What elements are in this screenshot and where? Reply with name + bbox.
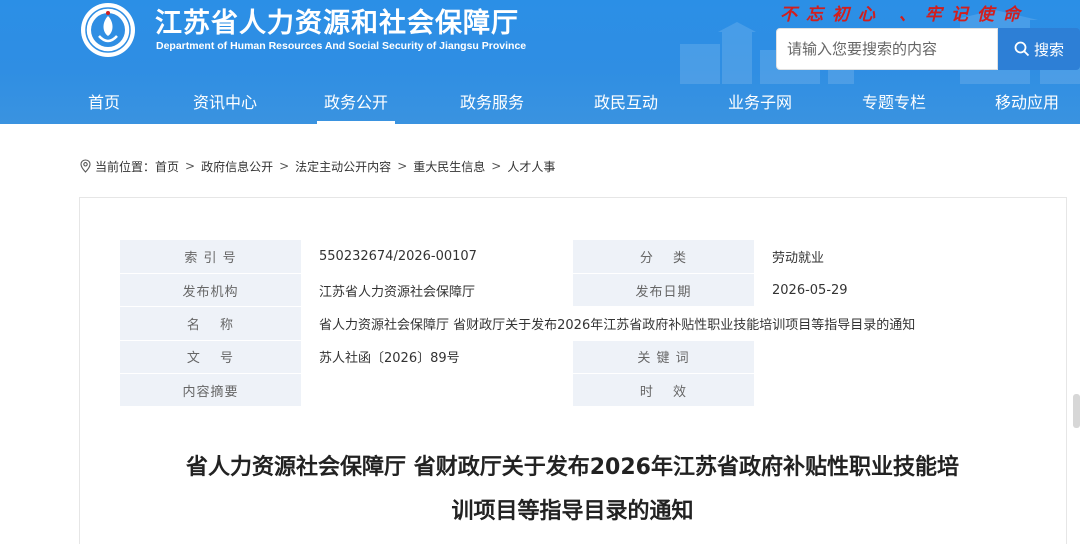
breadcrumb: 当前位置： 首页 > 政府信息公开 > 法定主动公开内容 > 重大民生信息 > … <box>79 157 555 175</box>
document-meta-table: 索 引 号 550232674/2026-00107 分 类 劳动就业 发布机构… <box>120 240 1025 408</box>
scrollbar-thumb[interactable] <box>1073 394 1080 428</box>
breadcrumb-livelihood-info[interactable]: 重大民生信息 <box>413 158 485 175</box>
breadcrumb-separator: > <box>279 159 290 173</box>
meta-label-summary: 内容摘要 <box>120 373 301 408</box>
nav-item-sub-sites[interactable]: 业务子网 <box>728 82 792 124</box>
meta-label-docno: 文 号 <box>120 340 301 375</box>
meta-label-name: 名 称 <box>120 306 301 341</box>
meta-row: 发布机构 江苏省人力资源社会保障厅 发布日期 2026-05-29 <box>120 273 1025 308</box>
breadcrumb-separator: > <box>397 159 408 173</box>
breadcrumb-separator: > <box>185 159 196 173</box>
meta-value-summary <box>301 373 573 408</box>
article-title-line: 训项目等指导目录的通知 <box>451 499 694 524</box>
article-title: 省人力资源社会保障厅 省财政厅关于发布2026年江苏省政府补贴性职业技能培 训项… <box>120 446 1025 534</box>
location-pin-icon <box>80 159 91 173</box>
meta-row: 索 引 号 550232674/2026-00107 分 类 劳动就业 <box>120 240 1025 274</box>
meta-row: 名 称 省人力资源社会保障厅 省财政厅关于发布2026年江苏省政府补贴性职业技能… <box>120 306 1025 341</box>
breadcrumb-home[interactable]: 首页 <box>155 158 179 175</box>
meta-value-category: 劳动就业 <box>754 240 1025 274</box>
breadcrumb-prefix: 当前位置： <box>95 159 156 174</box>
meta-value-docno: 苏人社函〔2026〕89号 <box>301 340 573 375</box>
meta-label-index: 索 引 号 <box>120 240 301 274</box>
meta-value-publisher: 江苏省人力资源社会保障厅 <box>301 273 573 308</box>
hrss-logo-icon[interactable] <box>80 2 136 58</box>
meta-value-keywords <box>754 340 1025 375</box>
search-input[interactable] <box>776 28 998 70</box>
meta-value-validity <box>754 373 1025 408</box>
meta-value-name: 省人力资源社会保障厅 省财政厅关于发布2026年江苏省政府补贴性职业技能培训项目… <box>301 306 1025 341</box>
meta-value-date: 2026-05-29 <box>754 273 1025 308</box>
meta-label-date: 发布日期 <box>573 273 754 308</box>
nav-item-special-topics[interactable]: 专题专栏 <box>862 82 926 124</box>
nav-item-news[interactable]: 资讯中心 <box>193 82 257 124</box>
meta-label-validity: 时 效 <box>573 373 754 408</box>
meta-label-keywords: 关 键 词 <box>573 340 754 375</box>
nav-item-interaction[interactable]: 政民互动 <box>594 82 658 124</box>
breadcrumb-talent-personnel[interactable]: 人才人事 <box>507 158 555 175</box>
meta-value-index: 550232674/2026-00107 <box>301 240 573 274</box>
site-header: 江苏省人力资源和社会保障厅 Department of Human Resour… <box>0 0 1080 124</box>
meta-row: 文 号 苏人社函〔2026〕89号 关 键 词 <box>120 340 1025 375</box>
main-nav: 首页 资讯中心 政务公开 政务服务 政民互动 业务子网 专题专栏 移动应用 <box>0 82 1080 124</box>
site-title: 江苏省人力资源和社会保障厅 <box>155 8 519 39</box>
search-icon <box>1014 41 1030 57</box>
slogan-text: 不忘初心 、牢记使命 <box>780 5 1029 25</box>
breadcrumb-gov-info[interactable]: 政府信息公开 <box>201 158 273 175</box>
article-card: 索 引 号 550232674/2026-00107 分 类 劳动就业 发布机构… <box>79 197 1067 544</box>
meta-row: 内容摘要 时 效 <box>120 373 1025 408</box>
site-subtitle: Department of Human Resources And Social… <box>156 40 527 52</box>
meta-label-category: 分 类 <box>573 240 754 274</box>
article-title-line: 省人力资源社会保障厅 省财政厅关于发布2026年江苏省政府补贴性职业技能培 <box>186 455 959 480</box>
meta-label-publisher: 发布机构 <box>120 273 301 308</box>
nav-item-gov-affairs[interactable]: 政务公开 <box>317 82 395 124</box>
nav-item-gov-services[interactable]: 政务服务 <box>460 82 524 124</box>
breadcrumb-statutory-content[interactable]: 法定主动公开内容 <box>295 158 391 175</box>
search-button[interactable]: 搜索 <box>998 28 1080 70</box>
search-button-label: 搜索 <box>1033 40 1064 59</box>
nav-item-mobile-apps[interactable]: 移动应用 <box>995 82 1059 124</box>
breadcrumb-separator: > <box>491 159 502 173</box>
nav-item-home[interactable]: 首页 <box>88 82 120 124</box>
